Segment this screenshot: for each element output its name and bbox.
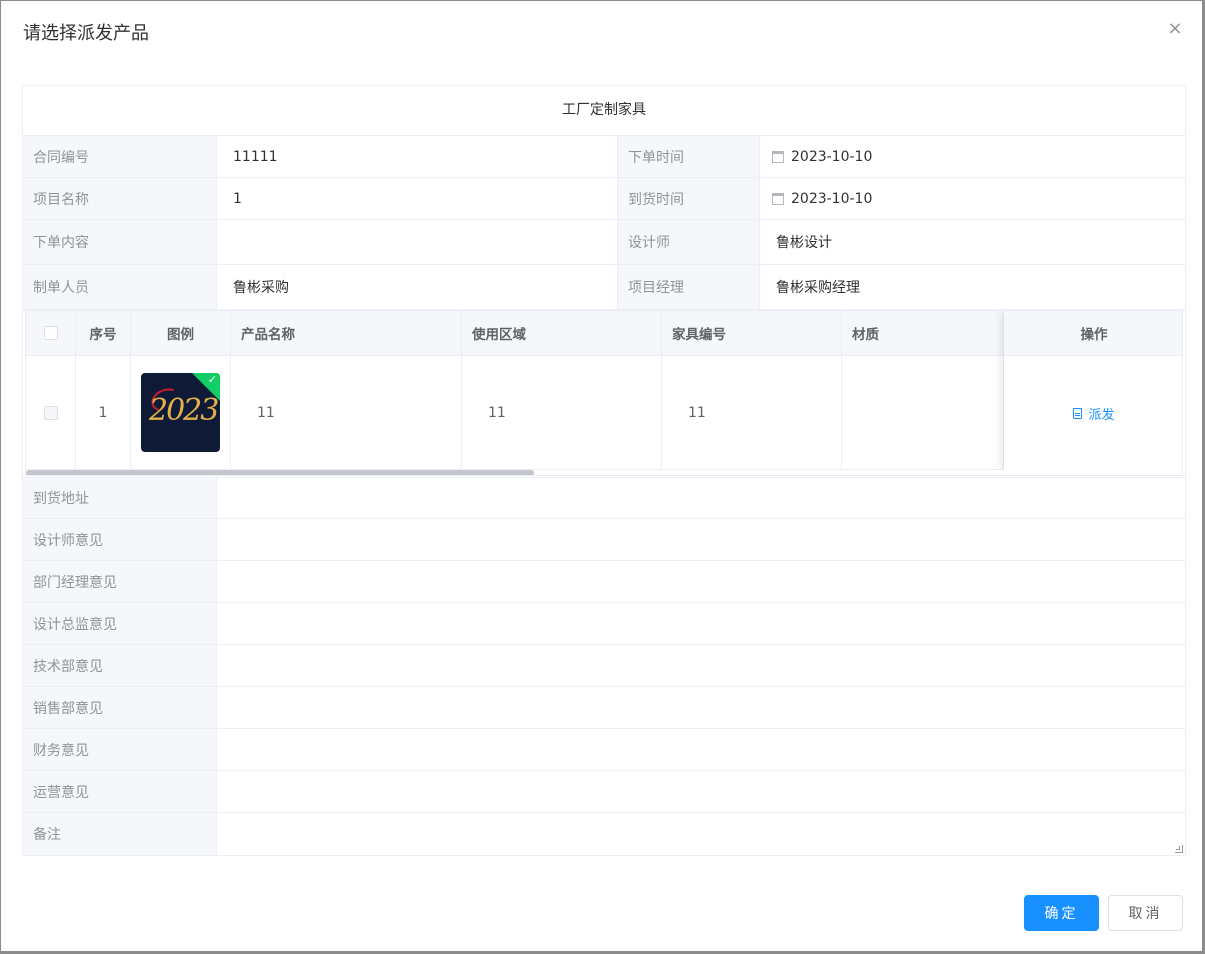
form-row-address: 到货地址 — [23, 477, 1185, 519]
form-row-content: 下单内容 设计师 鲁彬设计 — [23, 220, 1185, 265]
check-icon: ✓ — [207, 373, 217, 386]
row-checkbox[interactable] — [43, 405, 58, 420]
label-creator: 制单人员 — [23, 265, 216, 309]
label-sales-opinion: 销售部意见 — [23, 687, 216, 728]
column-header-action: 操作 — [1004, 311, 1182, 356]
value-project-name[interactable]: 1 — [216, 178, 616, 219]
value-project-manager[interactable]: 鲁彬采购经理 — [759, 265, 1185, 309]
label-order-date: 下单时间 — [617, 136, 759, 177]
form-row-contract: 合同编号 11111 下单时间 2023-10-10 — [23, 136, 1185, 178]
calendar-icon — [772, 192, 784, 205]
form-header: 工厂定制家具 — [23, 86, 1185, 136]
cell-product-name[interactable]: 11 — [231, 356, 462, 469]
resize-handle-icon[interactable] — [1175, 845, 1183, 853]
form-row-project: 项目名称 1 到货时间 2023-10-10 — [23, 178, 1185, 220]
tech-opinion-field[interactable] — [216, 645, 1185, 686]
label-designer: 设计师 — [617, 220, 759, 264]
calendar-icon — [772, 150, 784, 163]
value-designer[interactable]: 鲁彬设计 — [759, 220, 1185, 264]
address-field[interactable] — [216, 478, 1185, 518]
design-director-opinion-field[interactable] — [216, 603, 1185, 644]
finance-opinion-field[interactable] — [216, 729, 1185, 770]
label-remarks: 备注 — [23, 813, 216, 855]
form-row-sales-opinion: 销售部意见 — [23, 687, 1185, 729]
form-row-finance-opinion: 财务意见 — [23, 729, 1185, 771]
arrival-date-value: 2023-10-10 — [791, 190, 873, 207]
dispatch-label: 派发 — [1088, 407, 1115, 423]
fixed-action-column: 操作 派发 — [1004, 311, 1182, 470]
dept-manager-opinion-field[interactable] — [216, 561, 1185, 602]
form-row-dept-manager-opinion: 部门经理意见 — [23, 561, 1185, 603]
dispatch-button[interactable]: 派发 — [1073, 404, 1115, 423]
value-order-content[interactable] — [216, 220, 616, 264]
cell-furniture-no[interactable]: 11 — [662, 356, 842, 469]
remarks-textarea[interactable] — [216, 813, 1185, 855]
cell-index: 1 — [76, 356, 131, 469]
value-creator[interactable]: 鲁彬采购 — [216, 265, 616, 309]
form-row-designer-opinion: 设计师意见 — [23, 519, 1185, 561]
column-header-index: 序号 — [76, 311, 131, 355]
column-header-furniture-no: 家具编号 — [662, 311, 842, 355]
confirm-button[interactable]: 确定 — [1024, 895, 1099, 931]
header-select-cell — [26, 311, 76, 355]
order-date-value: 2023-10-10 — [791, 148, 873, 165]
form-row-tech-opinion: 技术部意见 — [23, 645, 1185, 687]
form-row-creator: 制单人员 鲁彬采购 项目经理 鲁彬采购经理 — [23, 265, 1185, 310]
document-icon — [1073, 407, 1083, 419]
label-project-manager: 项目经理 — [617, 265, 759, 309]
order-form: 工厂定制家具 合同编号 11111 下单时间 2023-10-10 项目名称 1… — [22, 85, 1186, 856]
form-row-design-director-opinion: 设计总监意见 — [23, 603, 1185, 645]
value-contract-no[interactable]: 11111 — [216, 136, 616, 177]
operations-opinion-field[interactable] — [216, 771, 1185, 812]
horizontal-scrollbar[interactable] — [26, 470, 1182, 475]
scrollbar-thumb[interactable] — [26, 470, 534, 475]
label-finance-opinion: 财务意见 — [23, 729, 216, 770]
cell-image: 2023 ✓ — [131, 356, 231, 469]
label-order-content: 下单内容 — [23, 220, 216, 264]
label-arrival-date: 到货时间 — [617, 178, 759, 219]
label-operations-opinion: 运营意见 — [23, 771, 216, 812]
cell-material[interactable] — [842, 356, 1004, 469]
select-all-checkbox[interactable] — [43, 326, 58, 340]
close-icon[interactable]: × — [1165, 19, 1185, 39]
product-table: 序号 图例 产品名称 使用区域 家具编号 材质 1 2023 ✓ 11 11 1… — [25, 310, 1183, 476]
cell-action: 派发 — [1004, 356, 1182, 470]
label-dept-manager-opinion: 部门经理意见 — [23, 561, 216, 602]
product-thumbnail[interactable]: 2023 ✓ — [141, 373, 220, 452]
order-date-field[interactable]: 2023-10-10 — [759, 136, 1185, 177]
column-header-product-name: 产品名称 — [231, 311, 462, 355]
form-row-operations-opinion: 运营意见 — [23, 771, 1185, 813]
dialog-title: 请选择派发产品 — [23, 23, 149, 44]
cancel-button[interactable]: 取消 — [1108, 895, 1183, 931]
cell-area[interactable]: 11 — [462, 356, 662, 469]
label-contract-no: 合同编号 — [23, 136, 216, 177]
label-address: 到货地址 — [23, 478, 216, 518]
label-project-name: 项目名称 — [23, 178, 216, 219]
designer-opinion-field[interactable] — [216, 519, 1185, 560]
label-designer-opinion: 设计师意见 — [23, 519, 216, 560]
row-select-cell — [26, 356, 76, 469]
form-row-remarks: 备注 — [23, 813, 1185, 855]
column-header-area: 使用区域 — [462, 311, 662, 355]
arrival-date-field[interactable]: 2023-10-10 — [759, 178, 1185, 219]
label-design-director-opinion: 设计总监意见 — [23, 603, 216, 644]
dispatch-dialog: 请选择派发产品 × 工厂定制家具 合同编号 11111 下单时间 2023-10… — [1, 1, 1202, 951]
label-tech-opinion: 技术部意见 — [23, 645, 216, 686]
column-header-material: 材质 — [842, 311, 1004, 355]
sales-opinion-field[interactable] — [216, 687, 1185, 728]
column-header-image: 图例 — [131, 311, 231, 355]
